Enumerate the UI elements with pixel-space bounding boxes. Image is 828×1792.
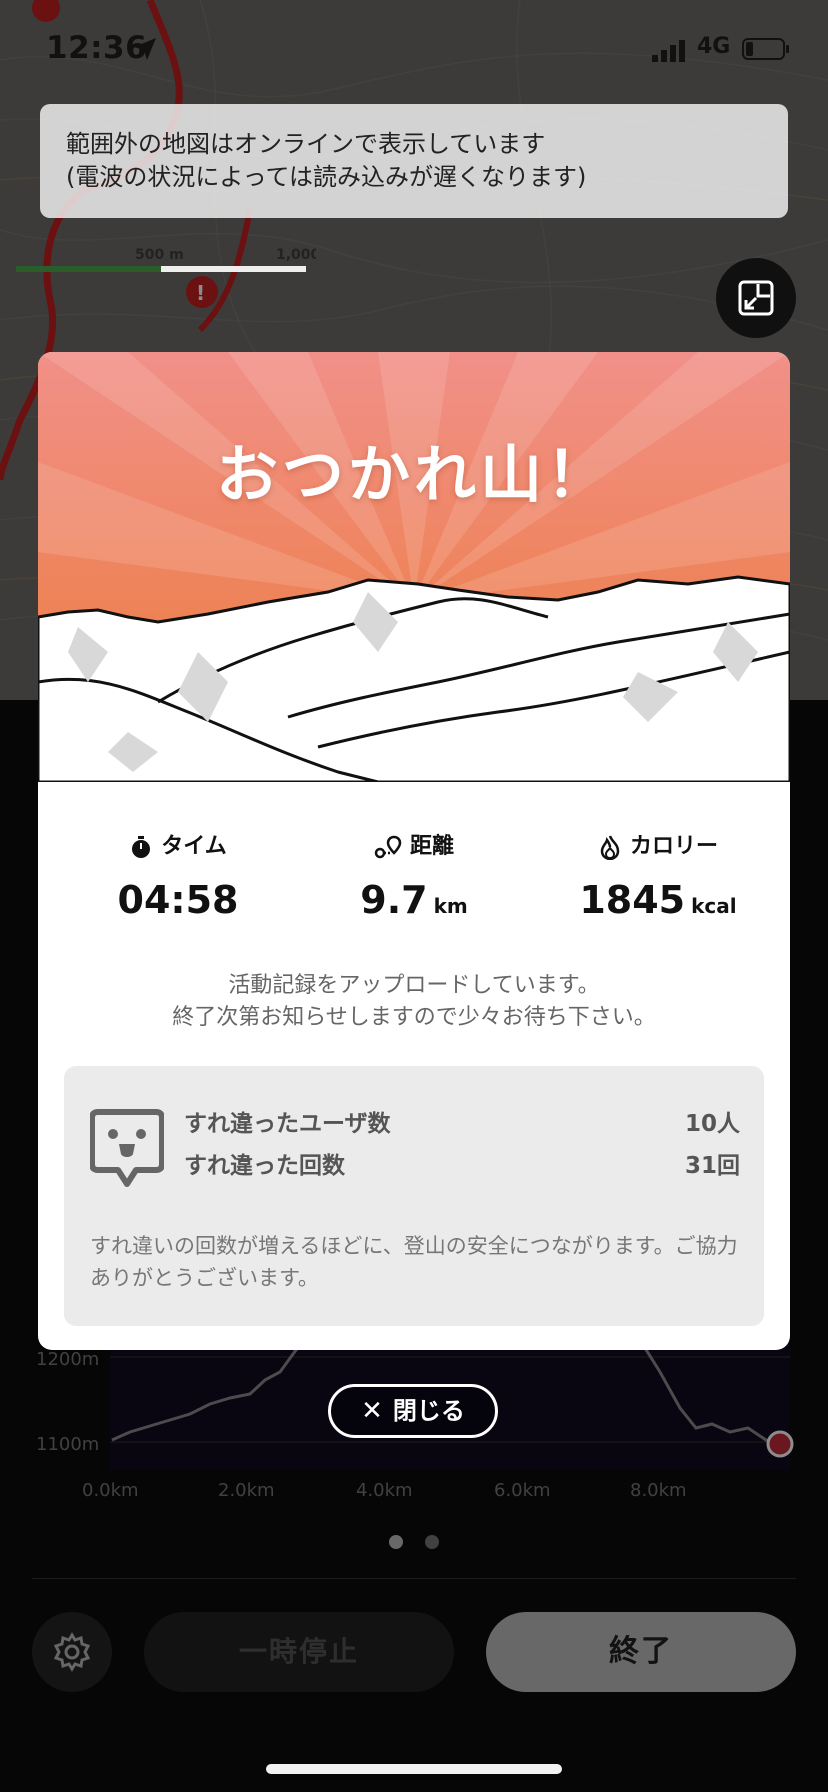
stat-distance-unit: km [433,894,468,918]
passing-count-value: 31回 [684,1153,740,1179]
stat-time-value: 04:58 [117,878,239,922]
map-expand-button[interactable] [716,258,796,338]
passing-count-row: すれ違った回数 31回 [184,1146,740,1182]
network-type: 4G [697,34,731,59]
stat-calorie-label: カロリー [629,834,718,859]
modal-title: おつかれ山！ [215,438,612,511]
signal-icon [652,40,685,62]
stat-distance-value: 9.7 [360,878,428,922]
stat-calorie: カロリー 1845 kcal [548,828,768,948]
scale-label-500: 500 m [135,247,184,263]
stat-calorie-unit: kcal [691,894,737,918]
upload-status-message: 活動記録をアップロードしています。 終了次第お知らせしますので少々お待ち下さい。 [38,970,790,1034]
passing-count-label: すれ違った回数 [184,1153,345,1179]
passing-users-panel: すれ違ったユーザ数 10人 すれ違った回数 31回 すれ違いの回数が増えるほどに… [64,1066,764,1326]
upload-line1: 活動記録をアップロードしています。 [228,973,600,998]
passing-users-value: 10人 [684,1111,740,1137]
close-modal-button[interactable]: ✕ 閉じる [328,1384,498,1438]
map-scale: 500 m 1,000 m [16,246,340,290]
upload-line2: 終了次第お知らせしますので少々お待ち下さい。 [172,1005,656,1030]
passing-user-face-icon [90,1109,164,1187]
passing-users-label: すれ違ったユーザ数 [184,1111,391,1137]
passing-users-row: すれ違ったユーザ数 10人 [184,1104,740,1140]
close-label: 閉じる [392,1397,465,1425]
passing-note: すれ違いの回数が増えるほどに、登山の安全につながります。ご協力ありがとうございま… [90,1234,738,1290]
stopwatch-icon [132,836,151,858]
location-arrow-icon [134,38,156,60]
battery-icon [742,38,789,60]
home-indicator[interactable] [266,1764,562,1774]
offline-notice-line1: 範囲外の地図はオンラインで表示しています [66,130,546,158]
summit-complete-modal: おつかれ山！ タイム 04:58 距離 9.7 km カロリー 1845 kca… [38,352,790,1350]
status-bar: 12:36 4G [0,30,828,74]
route-pin-icon [374,835,402,859]
activity-stats: タイム 04:58 距離 9.7 km カロリー 1845 kcal [38,828,790,948]
mountain-hero-illustration [38,352,790,782]
offline-notice-line2: (電波の状況によっては読み込みが遅くなります) [66,163,587,191]
stat-distance-label: 距離 [409,834,454,859]
close-icon: ✕ [361,1396,383,1426]
stat-calorie-value: 1845 [579,878,686,922]
scale-label-1000: 1,000 m [276,247,316,263]
stat-distance: 距離 9.7 km [314,828,514,948]
flame-icon [600,835,620,861]
expand-icon [738,280,774,316]
offline-map-notice: 範囲外の地図はオンラインで表示しています (電波の状況によっては読み込みが遅くな… [40,104,788,218]
stat-time-label: タイム [161,834,227,859]
stat-time: タイム 04:58 [78,828,278,948]
